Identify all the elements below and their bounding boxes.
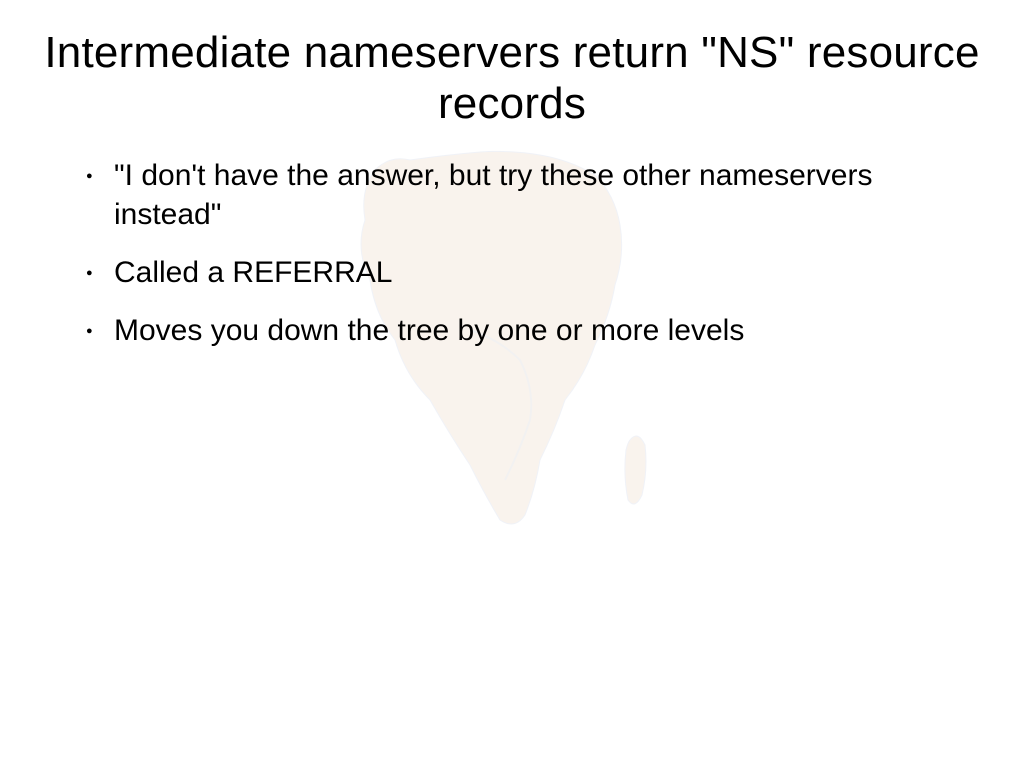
- bullet-item: Moves you down the tree by one or more l…: [80, 312, 944, 350]
- bullet-item: Called a REFERRAL: [80, 254, 944, 292]
- bullet-list: "I don't have the answer, but try these …: [80, 157, 944, 351]
- slide-body: "I don't have the answer, but try these …: [0, 129, 1024, 351]
- slide-title: Intermediate nameservers return "NS" res…: [0, 0, 1024, 129]
- bullet-item: "I don't have the answer, but try these …: [80, 157, 944, 234]
